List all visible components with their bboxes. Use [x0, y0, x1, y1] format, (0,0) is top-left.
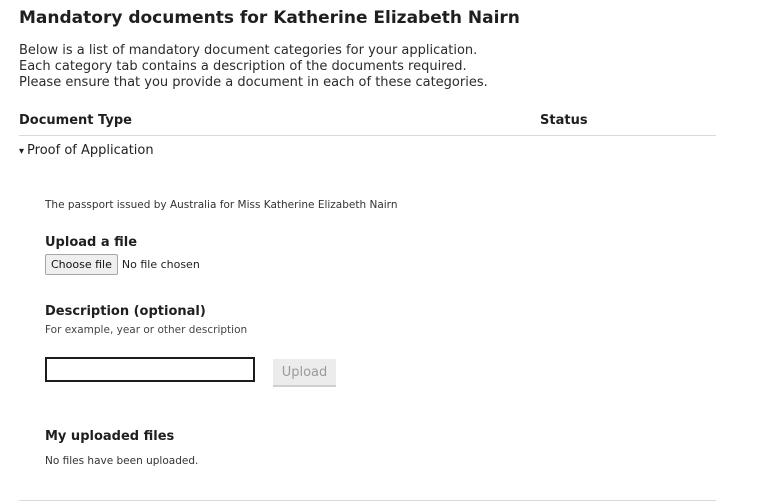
no-file-chosen-text: No file chosen	[121, 258, 200, 271]
page-title: Mandatory documents for Katherine Elizab…	[19, 8, 520, 28]
category-toggle-proof-of-application[interactable]: ▾ Proof of Application	[19, 143, 154, 160]
no-uploads-text: No files have been uploaded.	[45, 455, 199, 467]
section-divider	[19, 500, 716, 501]
documents-table-header: Document Type Status	[19, 112, 716, 136]
description-heading: Description (optional)	[45, 304, 206, 319]
upload-button[interactable]: Upload	[273, 359, 336, 387]
intro-line-1: Below is a list of mandatory document ca…	[19, 43, 478, 58]
caret-down-icon: ▾	[19, 146, 25, 157]
column-header-status: Status	[540, 113, 588, 128]
choose-file-button[interactable]: Choose file	[45, 254, 118, 275]
intro-line-3: Please ensure that you provide a documen…	[19, 75, 488, 90]
intro-line-2: Each category tab contains a description…	[19, 59, 467, 74]
category-label: Proof of Application	[27, 143, 154, 158]
intro-text: Below is a list of mandatory document ca…	[19, 43, 488, 91]
upload-file-heading: Upload a file	[45, 235, 138, 250]
description-hint: For example, year or other description	[45, 324, 248, 336]
column-header-document-type: Document Type	[19, 113, 132, 128]
mandatory-documents-page: Mandatory documents for Katherine Elizab…	[0, 0, 768, 503]
category-description: The passport issued by Australia for Mis…	[45, 199, 398, 211]
file-picker: Choose file No file chosen	[45, 254, 200, 275]
my-uploaded-files-heading: My uploaded files	[45, 429, 175, 444]
description-input[interactable]	[45, 357, 255, 382]
